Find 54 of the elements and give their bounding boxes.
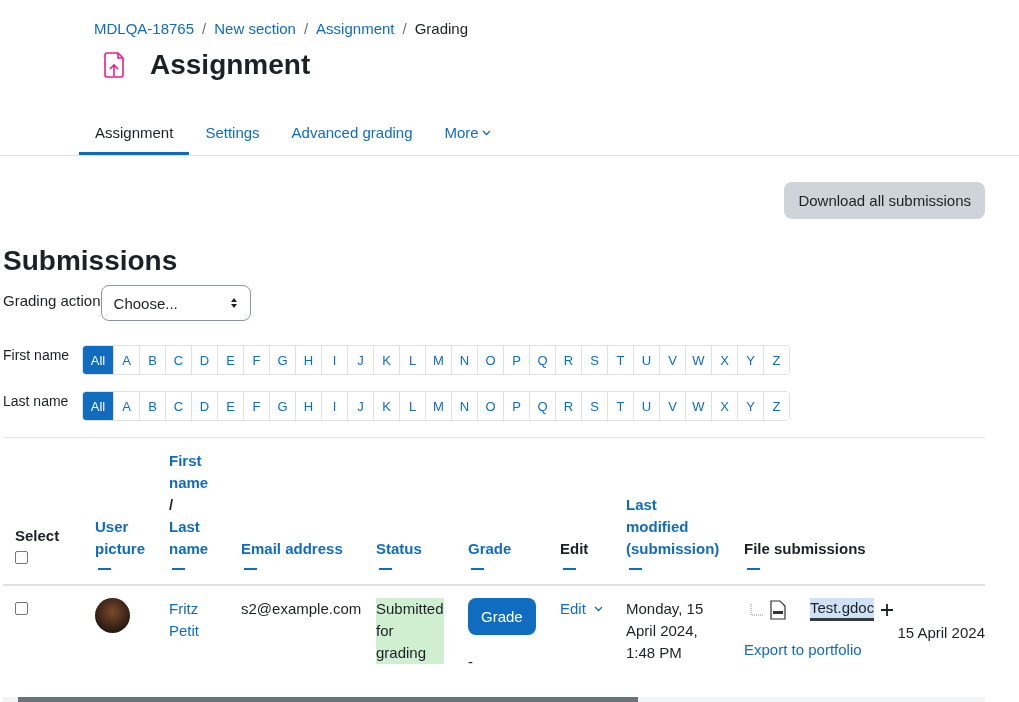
column-header-link[interactable]: Status: [376, 538, 422, 560]
breadcrumb-separator: /: [202, 20, 207, 37]
column-header-link[interactable]: First name: [169, 450, 217, 494]
select-all-checkbox[interactable]: [15, 551, 28, 564]
caret-icon: [481, 129, 491, 136]
page-title: Assignment: [150, 49, 311, 81]
email-text: s2@example.com: [241, 600, 362, 617]
row-checkbox[interactable]: [15, 602, 28, 615]
column-header-link[interactable]: Last modified (submission): [626, 494, 720, 560]
breadcrumb-link[interactable]: New section: [214, 20, 296, 37]
initial-filter[interactable]: Z: [763, 392, 789, 420]
plus-icon[interactable]: [880, 602, 895, 617]
breadcrumb-link[interactable]: MDLQA-18765: [94, 20, 195, 37]
caret-icon: [593, 606, 603, 612]
edit-menu-link[interactable]: Edit: [560, 598, 603, 620]
column-header: Edit: [560, 539, 589, 559]
column-header: File submissions: [744, 539, 866, 559]
file-link[interactable]: Test.gdoc: [810, 598, 875, 621]
user-name-link[interactable]: Fritz Petit: [169, 598, 217, 642]
initial-filter[interactable]: Z: [763, 346, 789, 374]
document-icon: [770, 599, 786, 620]
initials-bar-label: Last name: [3, 393, 70, 409]
breadcrumb-separator: /: [402, 20, 407, 37]
initial-filter[interactable]: All: [83, 392, 113, 420]
file-upload-icon: [104, 52, 126, 78]
sort-arrows-icon: [229, 297, 238, 309]
initials-bar-label: First name: [3, 347, 71, 363]
column-header-link[interactable]: Email address: [241, 538, 343, 560]
breadcrumb-separator: /: [303, 20, 309, 37]
initial-filter[interactable]: All: [83, 346, 113, 374]
tree-connector-icon: [750, 603, 764, 616]
grade-button[interactable]: Grade: [468, 598, 536, 635]
section-title: Submissions: [3, 245, 179, 277]
column-header: /: [169, 495, 174, 515]
nav-tab[interactable]: Assignment: [79, 113, 190, 155]
column-header: Select: [15, 526, 60, 546]
horizontal-scrollbar[interactable]: [3, 697, 985, 702]
nav-tab[interactable]: Advanced grading: [275, 113, 429, 155]
column-header-link[interactable]: Last name: [169, 516, 217, 560]
grading-action-label: Grading action: [3, 291, 101, 309]
avatar-photo-placeholder: [95, 598, 130, 633]
download-button[interactable]: Download all submissions: [784, 182, 985, 219]
export-portfolio-link[interactable]: Export to portfolio: [744, 639, 862, 661]
column-header-link[interactable]: Grade: [468, 538, 512, 560]
nav-tab[interactable]: More: [428, 113, 507, 155]
date-text: 15 April 2024: [896, 623, 985, 643]
breadcrumb-current: Grading: [414, 20, 469, 37]
column-header-link[interactable]: User picture: [95, 516, 145, 560]
breadcrumb-link[interactable]: Assignment: [316, 20, 395, 37]
last-modified-text: Monday, 15 April 2024, 1:48 PM: [626, 600, 704, 661]
nav-tab[interactable]: Settings: [189, 113, 276, 155]
grade-value: -: [468, 652, 474, 672]
grading-action-select[interactable]: Choose...: [100, 285, 251, 321]
status-badge: Submitted for grading: [376, 598, 444, 664]
